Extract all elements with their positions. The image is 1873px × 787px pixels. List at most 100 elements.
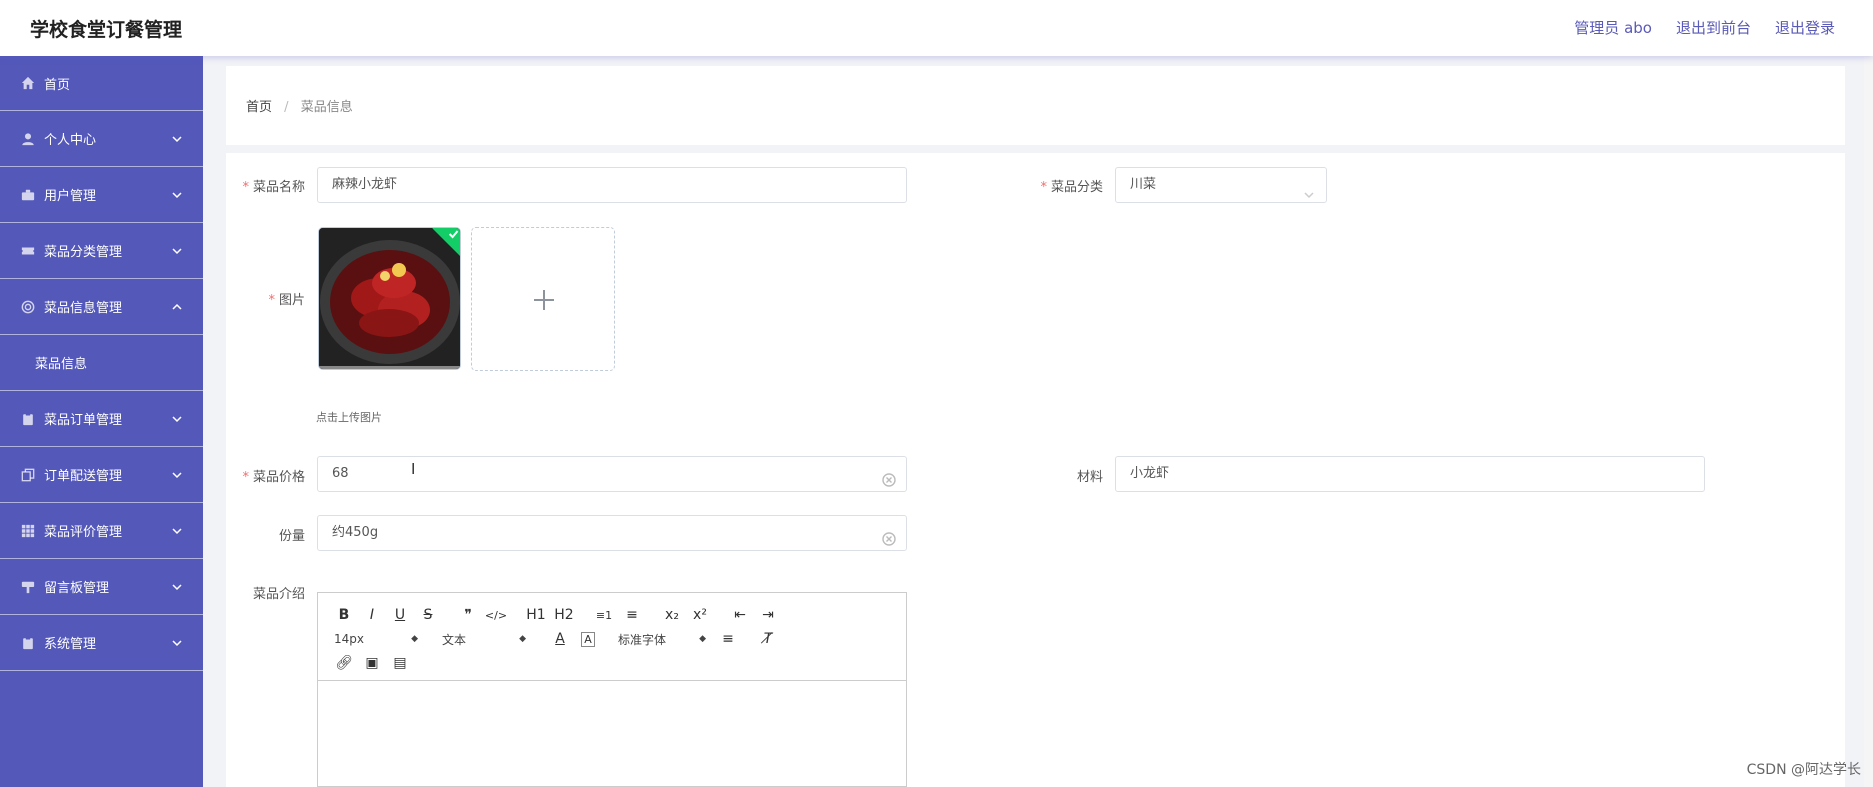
blockquote-button[interactable]: ❞ [454,607,482,623]
clear-icon[interactable] [882,467,896,487]
strikethrough-button[interactable]: S [414,607,442,623]
dish-category-label: * 菜品分类 [1040,180,1103,195]
sidebar-item-label: 菜品评价管理 [44,525,123,540]
dish-price-input[interactable]: 68 [317,456,907,492]
sidebar-item-label: 首页 [44,77,71,93]
exit-to-front-link[interactable]: 退出到前台 [1676,17,1751,38]
chevron-down-icon [171,525,183,537]
image-upload-button[interactable] [471,227,615,371]
user-icon [20,131,36,147]
material-label: 材料 [1076,470,1103,485]
sidebar: 首页 个人中心 用户管理 菜品分类管理 菜品信息管理 菜品信息 菜品订单管理 订… [0,56,203,787]
indent-button[interactable]: ⇥ [754,607,782,623]
background-color-icon[interactable]: A [581,631,595,647]
dish-name-label: * 菜品名称 [242,180,305,195]
sidebar-item-label: 留言板管理 [44,581,110,596]
sidebar-item-label: 系统管理 [44,637,97,652]
chevron-down-icon [171,469,183,481]
ring-icon [20,299,36,315]
sidebar-subitem-dish-info[interactable]: 菜品信息 [0,335,203,391]
watermark: CSDN @阿达学长 [1746,762,1861,778]
chevron-down-icon [171,413,183,425]
outdent-button[interactable]: ⇤ [726,607,754,623]
sidebar-item-system-management[interactable]: 系统管理 [0,615,203,671]
sidebar-item-home[interactable]: 首页 [0,56,203,111]
logout-link[interactable]: 退出登录 [1775,17,1835,38]
chevron-down-icon [171,637,183,649]
breadcrumb: 首页 / 菜品信息 [246,96,353,115]
sidebar-item-label: 菜品信息管理 [44,301,123,316]
intro-label: 菜品介绍 [252,587,305,602]
header-actions: 管理员 abo 退出到前台 退出登录 [1574,17,1835,38]
plus-icon [534,290,554,310]
chevron-down-icon [171,189,183,201]
editor-toolbar: B I U S ❞ </> H1 H2 ≡1 ≡ x₂ x² ⇤ ⇥ 14px ◆… [318,593,906,681]
clipboard-icon [20,411,36,427]
chevron-up-icon [171,301,183,313]
signpost-icon [20,579,36,595]
dish-price-label: * 菜品价格 [242,470,305,485]
clipboard-icon [20,635,36,651]
video-icon[interactable]: ▤ [386,655,414,671]
ordered-list-button[interactable]: ≡1 [590,609,618,622]
image-label: * 图片 [268,293,305,308]
italic-button[interactable]: I [358,607,386,623]
sidebar-item-label: 用户管理 [44,189,97,204]
breadcrumb-current: 菜品信息 [300,100,353,115]
sidebar-item-message-board[interactable]: 留言板管理 [0,559,203,615]
admin-user-label[interactable]: 管理员 abo [1574,17,1652,38]
underline-button[interactable]: U [386,607,414,623]
superscript-button[interactable]: x² [686,607,714,623]
bold-button[interactable]: B [330,607,358,623]
sidebar-item-label: 订单配送管理 [44,469,123,484]
breadcrumb-home[interactable]: 首页 [246,100,272,115]
portion-label: 份量 [278,529,305,544]
breadcrumb-panel: 首页 / 菜品信息 [226,66,1845,145]
rich-text-editor[interactable]: B I U S ❞ </> H1 H2 ≡1 ≡ x₂ x² ⇤ ⇥ 14px ◆… [317,592,907,787]
chevron-down-icon [171,245,183,257]
sidebar-item-user-management[interactable]: 用户管理 [0,167,203,223]
material-input[interactable]: 小龙虾 [1115,456,1705,492]
text-type-select[interactable]: 文本 ◆ [438,631,534,648]
sidebar-item-category-management[interactable]: 菜品分类管理 [0,223,203,279]
sidebar-item-label: 菜品分类管理 [44,245,123,260]
align-icon[interactable]: ≡ [714,631,742,647]
portion-input[interactable]: 约450g [317,515,907,551]
copy-icon [20,467,36,483]
chevron-down-icon [171,133,183,145]
scrollbar[interactable] [1864,56,1873,787]
chevron-down-icon [1304,180,1314,199]
sidebar-item-label: 个人中心 [44,133,97,148]
home-icon [20,75,36,91]
dish-category-select[interactable]: 川菜 [1115,167,1327,203]
grid-icon [20,523,36,539]
heading2-button[interactable]: H2 [550,607,578,623]
sidebar-item-personal-center[interactable]: 个人中心 [0,111,203,167]
app-title: 学校食堂订餐管理 [30,19,183,41]
crayfish-plate-image [319,228,460,369]
font-color-icon[interactable]: A [546,631,574,647]
text-cursor-icon: I [411,460,416,478]
briefcase-icon [20,187,36,203]
heading1-button[interactable]: H1 [522,607,550,623]
clear-format-icon[interactable]: T̸ [754,631,782,647]
code-button[interactable]: </> [482,609,510,622]
subscript-button[interactable]: x₂ [658,607,686,623]
sidebar-item-order-management[interactable]: 菜品订单管理 [0,391,203,447]
link-icon[interactable]: 🔗︎ [330,655,358,671]
breadcrumb-separator: / [284,100,289,115]
top-header: 学校食堂订餐管理 管理员 abo 退出到前台 退出登录 [0,0,1873,56]
font-family-select[interactable]: 标准字体 ◆ [614,631,714,648]
uploaded-dish-image[interactable] [318,227,461,370]
sidebar-item-delivery-management[interactable]: 订单配送管理 [0,447,203,503]
bullet-list-button[interactable]: ≡ [618,607,646,623]
sidebar-item-review-management[interactable]: 菜品评价管理 [0,503,203,559]
upload-tip: 点击上传图片 [316,411,382,424]
sidebar-item-dish-info-management[interactable]: 菜品信息管理 [0,279,203,335]
clear-icon[interactable] [882,526,896,546]
dish-name-input[interactable]: 麻辣小龙虾 [317,167,907,203]
sidebar-item-label: 菜品订单管理 [44,413,123,428]
image-icon[interactable]: ▣ [358,655,386,671]
chevron-down-icon [171,581,183,593]
font-size-select[interactable]: 14px ◆ [330,632,426,646]
